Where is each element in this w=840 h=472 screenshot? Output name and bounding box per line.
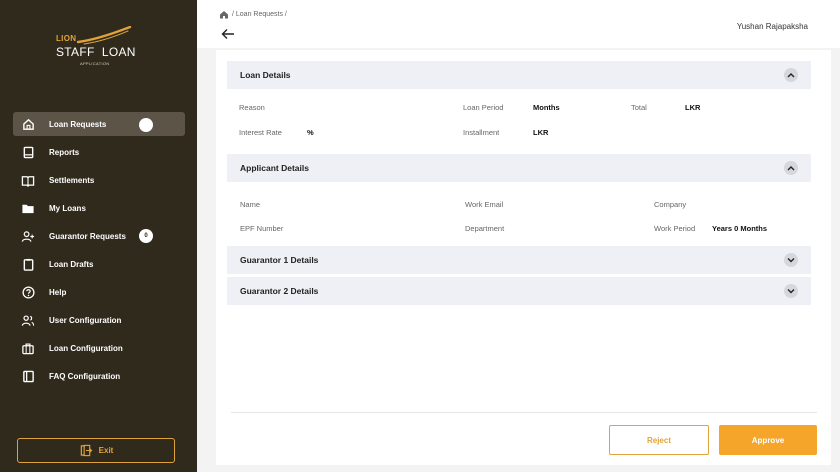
name-label: Name — [240, 200, 261, 209]
approve-button[interactable]: Approve — [719, 425, 817, 455]
department-label: Department — [465, 224, 505, 233]
work-period-value: Years 0 Months — [712, 224, 768, 233]
epf-number-label: EPF Number — [240, 224, 284, 233]
sidebar-item-label: Loan Requests — [49, 119, 107, 129]
sidebar-item-label: Help — [49, 287, 67, 297]
section-title: Loan Details — [240, 70, 291, 80]
sidebar-item-loan-requests[interactable]: Loan Requests — [13, 112, 185, 136]
top-bar: / Loan Requests / Yushan Rajapaksha — [197, 0, 840, 48]
applicant-details-header[interactable]: Applicant Details — [227, 154, 811, 182]
sidebar-item-settlements[interactable]: Settlements — [13, 168, 185, 192]
chevron-up-icon[interactable] — [784, 68, 798, 82]
add-user-icon — [21, 229, 35, 243]
guarantor-1-details-header[interactable]: Guarantor 1 Details — [227, 246, 811, 274]
company-label: Company — [654, 200, 687, 209]
book-icon — [21, 173, 35, 187]
back-arrow-icon[interactable] — [221, 28, 235, 40]
exit-label: Exit — [98, 446, 114, 455]
section-title: Applicant Details — [240, 163, 309, 173]
sidebar-item-loan-configuration[interactable]: Loan Configuration — [13, 336, 185, 360]
sidebar-item-label: User Configuration — [49, 315, 122, 325]
footer-divider — [231, 412, 817, 413]
sidebar-item-guarantor-requests[interactable]: Guarantor Requests 0 — [13, 224, 185, 248]
logo-swoosh-icon — [76, 26, 132, 45]
total-label: Total — [631, 103, 647, 112]
reject-button[interactable]: Reject — [609, 425, 709, 455]
folder-icon — [21, 201, 35, 215]
sidebar-item-loan-drafts[interactable]: Loan Drafts — [13, 252, 185, 276]
interest-rate-label: Interest Rate — [239, 128, 282, 137]
sidebar-item-faq-configuration[interactable]: FAQ Configuration — [13, 364, 185, 388]
guarantor-count-badge: 0 — [139, 229, 153, 243]
chevron-down-icon[interactable] — [784, 253, 798, 267]
sidebar-item-label: Reports — [49, 147, 80, 157]
section-title: Guarantor 1 Details — [240, 255, 319, 265]
sidebar-item-label: Loan Drafts — [49, 259, 94, 269]
work-period-label: Work Period — [654, 224, 696, 233]
sidebar-item-label: My Loans — [49, 203, 86, 213]
sidebar-item-reports[interactable]: Reports — [13, 140, 185, 164]
home-breadcrumb-icon[interactable] — [219, 10, 229, 19]
breadcrumb: / Loan Requests / — [219, 10, 287, 19]
installment-label: Installment — [463, 128, 500, 137]
sidebar-item-user-configuration[interactable]: User Configuration — [13, 308, 185, 332]
loan-period-value: Months — [533, 103, 560, 112]
loan-request-detail: Loan Details Reason Loan Period Months T… — [216, 50, 831, 465]
sidebar-item-label: Settlements — [49, 175, 95, 185]
users-icon — [21, 313, 35, 327]
app-logo: LION STAFF LOAN APPLICATION — [56, 26, 146, 68]
sidebar-nav: Loan Requests Reports Settlements My Loa… — [13, 112, 185, 392]
sidebar-item-my-loans[interactable]: My Loans — [13, 196, 185, 220]
loan-details-header[interactable]: Loan Details — [227, 61, 811, 89]
exit-button[interactable]: Exit — [17, 438, 175, 463]
sidebar-item-label: FAQ Configuration — [49, 371, 121, 381]
installment-value: LKR — [533, 128, 549, 137]
chevron-down-icon[interactable] — [784, 284, 798, 298]
breadcrumb-text[interactable]: / Loan Requests / — [232, 11, 287, 18]
chevron-up-icon[interactable] — [784, 161, 798, 175]
exit-icon — [80, 444, 93, 457]
section-title: Guarantor 2 Details — [240, 286, 319, 296]
active-indicator — [139, 118, 153, 132]
logo-subtitle: APPLICATION — [80, 61, 110, 66]
report-icon — [21, 145, 35, 159]
sidebar-item-help[interactable]: Help — [13, 280, 185, 304]
user-name[interactable]: Yushan Rajapaksha — [737, 22, 808, 31]
reason-label: Reason — [239, 103, 265, 112]
interest-rate-value: % — [307, 128, 314, 137]
logo-title: STAFF LOAN — [56, 45, 136, 59]
sidebar: LION STAFF LOAN APPLICATION Loan Request… — [0, 0, 197, 472]
clipboard-icon — [21, 257, 35, 271]
sidebar-item-label: Guarantor Requests — [49, 231, 126, 241]
work-email-label: Work Email — [465, 200, 504, 209]
loan-period-label: Loan Period — [463, 103, 504, 112]
faq-book-icon — [21, 369, 35, 383]
guarantor-2-details-header[interactable]: Guarantor 2 Details — [227, 277, 811, 305]
briefcase-icon — [21, 341, 35, 355]
help-icon — [21, 285, 35, 299]
sidebar-item-label: Loan Configuration — [49, 343, 123, 353]
home-icon — [21, 117, 35, 131]
total-value: LKR — [685, 103, 701, 112]
